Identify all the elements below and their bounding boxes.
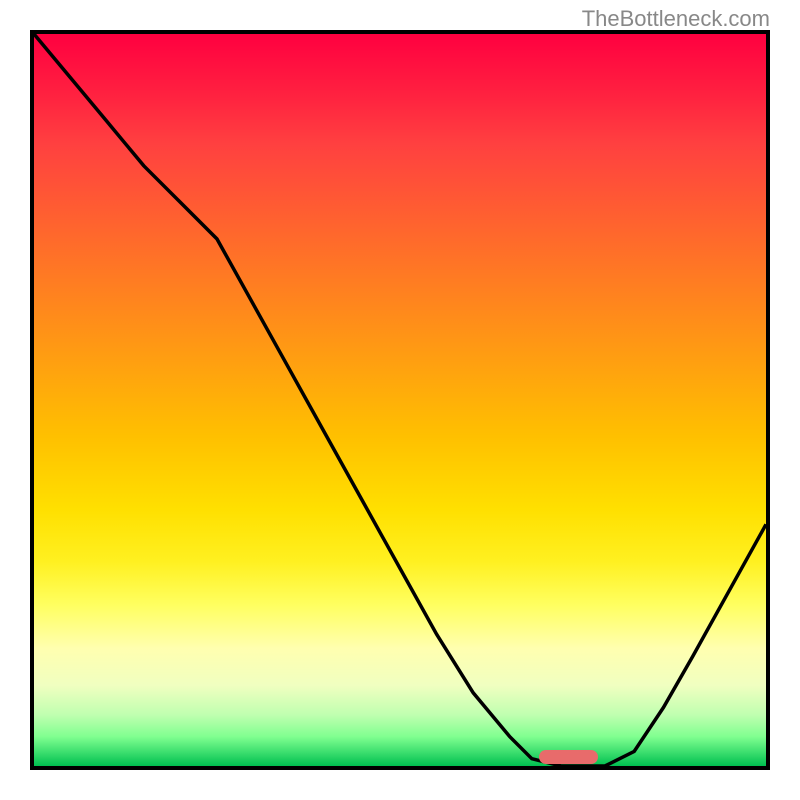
bottleneck-curve — [34, 34, 766, 766]
bottleneck-chart: TheBottleneck.com — [0, 0, 800, 800]
plot-area — [30, 30, 770, 770]
optimal-marker — [539, 750, 598, 764]
curve-svg — [34, 34, 766, 766]
watermark-text: TheBottleneck.com — [582, 6, 770, 32]
